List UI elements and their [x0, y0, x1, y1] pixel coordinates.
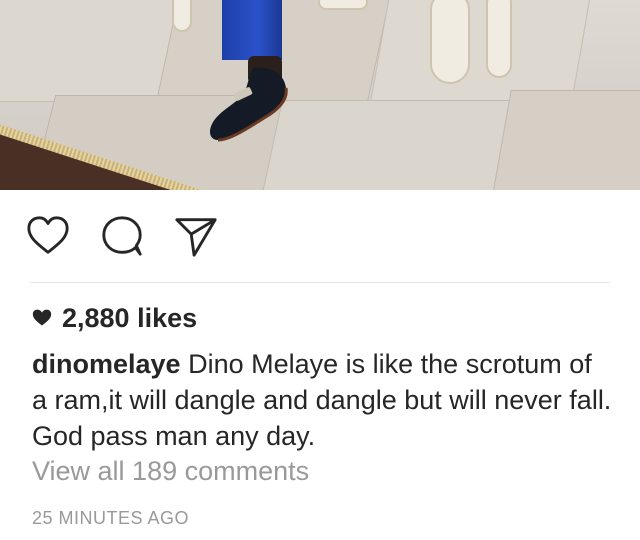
- likes-count[interactable]: 2,880 likes: [32, 300, 197, 336]
- floor-tile: [258, 100, 514, 190]
- like-button[interactable]: [24, 212, 72, 260]
- floor-tile: [489, 90, 640, 190]
- post-caption: dinomelaye Dino Melaye is like the scrot…: [32, 346, 612, 454]
- chair-leg: [430, 0, 470, 84]
- trouser-leg: [222, 0, 282, 60]
- floor-tile: [370, 0, 592, 102]
- heart-outline-icon: [27, 216, 69, 254]
- post-photo[interactable]: [0, 0, 640, 190]
- share-button[interactable]: [172, 212, 220, 260]
- chair-leg: [486, 0, 512, 78]
- instagram-post: 2,880 likes dinomelaye Dino Melaye is li…: [0, 0, 640, 540]
- chair-rail: [318, 0, 368, 10]
- paper-plane-icon: [175, 218, 217, 257]
- loafer-shoe: [210, 67, 288, 142]
- likes-text: 2,880 likes: [62, 302, 198, 333]
- caption-username[interactable]: dinomelaye: [32, 349, 181, 379]
- divider: [30, 282, 610, 283]
- chair-leg: [172, 0, 192, 32]
- post-actions: [24, 210, 220, 262]
- comment-button[interactable]: [98, 212, 146, 260]
- view-comments-link[interactable]: View all 189 comments: [32, 456, 309, 487]
- heart-filled-icon: [32, 309, 52, 326]
- comment-bubble-icon: [102, 216, 142, 256]
- post-timestamp: 25 MINUTES AGO: [32, 508, 190, 528]
